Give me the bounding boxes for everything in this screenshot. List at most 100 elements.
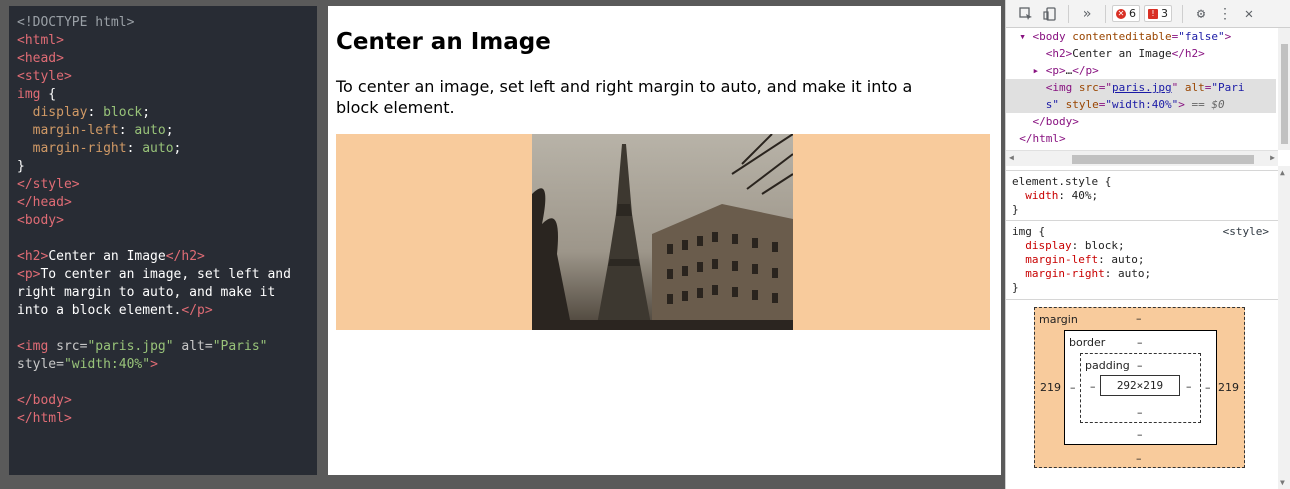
margin-bottom-value[interactable]: – <box>1136 452 1142 465</box>
issue-flag-icon: ! <box>1148 8 1158 19</box>
code-line[interactable]: <h2>Center an Image</h2> <box>17 248 317 266</box>
code-token: ; <box>142 105 151 120</box>
border-bottom-value[interactable]: – <box>1137 428 1143 441</box>
device-toolbar-icon[interactable] <box>1038 3 1062 25</box>
border-label: border <box>1069 336 1106 349</box>
dom-vertical-scrollbar[interactable] <box>1278 28 1290 150</box>
box-model-padding[interactable]: padding – – – – 292×219 <box>1080 353 1201 423</box>
code-line[interactable]: <!DOCTYPE html> <box>17 14 317 32</box>
border-left-value[interactable]: – <box>1070 381 1076 394</box>
style-property[interactable]: width: 40%; <box>1012 189 1285 203</box>
style-property[interactable]: margin-left: auto; <box>1012 253 1285 267</box>
code-line[interactable]: style="width:40%"> <box>17 356 317 374</box>
paris-image <box>532 134 793 330</box>
padding-bottom-value[interactable]: – <box>1137 406 1143 419</box>
code-line[interactable]: } <box>17 158 317 176</box>
code-line[interactable]: <html> <box>17 32 317 50</box>
margin-left-value[interactable]: 219 <box>1040 381 1061 394</box>
toolbar-divider <box>1068 4 1069 23</box>
code-token: src= <box>56 339 88 354</box>
code-line[interactable]: <style> <box>17 68 317 86</box>
box-model-border[interactable]: border – – – – padding – – – – 292×219 <box>1064 330 1217 445</box>
code-line[interactable]: <body> <box>17 212 317 230</box>
margin-right-value[interactable]: 219 <box>1218 381 1239 394</box>
box-model-margin[interactable]: margin – – 219 219 border – – – – paddin… <box>1034 307 1245 468</box>
more-options-icon[interactable]: ⋮ <box>1213 3 1237 25</box>
code-line[interactable]: right margin to auto, and make it <box>17 284 317 302</box>
margin-top-value[interactable]: – <box>1136 312 1142 325</box>
img-style-rule[interactable]: img { <style> display: block; margin-lef… <box>1006 220 1290 299</box>
code-line[interactable] <box>17 374 317 392</box>
code-line[interactable]: into a block element.</p> <box>17 302 317 320</box>
dom-indent[interactable] <box>1006 132 1019 145</box>
toolbar-divider <box>1182 4 1183 23</box>
dom-indent[interactable]: ▾ <box>1006 30 1033 43</box>
rule-source-link[interactable]: <style> <box>1223 225 1269 238</box>
dom-node-line[interactable]: ▸ <p>…</p> <box>1006 62 1276 79</box>
code-line[interactable]: <head> <box>17 50 317 68</box>
style-property[interactable]: display: block; <box>1012 239 1285 253</box>
code-line[interactable]: </html> <box>17 410 317 428</box>
box-model-content-size[interactable]: 292×219 <box>1100 375 1180 396</box>
styles-vertical-scrollbar[interactable]: ▲ ▼ <box>1278 166 1290 489</box>
code-token: </head> <box>17 195 72 210</box>
code-token: ; <box>165 123 174 138</box>
style-property[interactable]: margin-right: auto; <box>1012 267 1285 281</box>
errors-badge[interactable]: ✕ 6 <box>1112 5 1140 22</box>
page-paragraph: To center an image, set left and right m… <box>336 77 913 117</box>
scroll-left-icon[interactable]: ◀ <box>1009 153 1014 162</box>
dom-node-line[interactable]: </html> <box>1006 130 1276 147</box>
dom-indent[interactable] <box>1006 115 1033 128</box>
code-line[interactable]: </body> <box>17 392 317 410</box>
dom-node-line[interactable]: <h2>Center an Image</h2> <box>1006 45 1276 62</box>
dom-indent[interactable]: ▸ <box>1006 64 1046 77</box>
result-pane: Center an Image To center an image, set … <box>328 6 1001 475</box>
dom-node-markup: </html> <box>1019 132 1066 145</box>
code-editor[interactable]: <!DOCTYPE html> <html> <head> <style> img { … <box>9 6 317 475</box>
code-token: To center an image, set left and <box>40 267 291 282</box>
more-tabs-button[interactable]: » <box>1075 3 1099 25</box>
padding-left-value[interactable]: – <box>1090 380 1096 393</box>
code-token: into a block element. <box>17 303 182 318</box>
code-line[interactable]: margin-right: auto; <box>17 140 317 158</box>
border-right-value[interactable]: – <box>1205 381 1211 394</box>
dom-indent[interactable] <box>1006 98 1046 111</box>
dom-indent[interactable] <box>1006 81 1046 94</box>
issues-badge[interactable]: ! 3 <box>1144 5 1172 22</box>
dom-node-line[interactable]: s" style="width:40%"> == $0 <box>1006 96 1276 113</box>
code-line[interactable]: display: block; <box>17 104 317 122</box>
dom-horizontal-scrollbar[interactable]: ◀ ▶ <box>1006 150 1278 166</box>
border-top-value[interactable]: – <box>1137 336 1143 349</box>
code-line[interactable] <box>17 230 317 248</box>
code-line[interactable]: </head> <box>17 194 317 212</box>
padding-right-value[interactable]: – <box>1186 380 1192 393</box>
element-style-rule[interactable]: element.style { width: 40%; } <box>1006 170 1290 220</box>
toolbar-divider <box>1105 4 1106 23</box>
code-token: display <box>32 105 88 120</box>
code-token: "paris.jpg" <box>87 339 174 354</box>
code-line[interactable]: <p>To center an image, set left and <box>17 266 317 284</box>
code-line[interactable]: img { <box>17 86 317 104</box>
code-line[interactable] <box>17 320 317 338</box>
dom-node-line[interactable]: <img src="paris.jpg" alt="Pari <box>1006 79 1276 96</box>
dom-node-line[interactable]: ▾ <body contenteditable="false"> <box>1006 28 1276 45</box>
close-icon[interactable]: ✕ <box>1237 3 1261 25</box>
code-line[interactable]: </style> <box>17 176 317 194</box>
devtools-toolbar: » ✕ 6 ! 3 ⚙ ⋮ ✕ <box>1006 0 1290 28</box>
code-line[interactable]: margin-left: auto; <box>17 122 317 140</box>
elements-dom-tree[interactable]: ▾ <body contenteditable="false"> <h2>Cen… <box>1006 28 1276 150</box>
scroll-right-icon[interactable]: ▶ <box>1270 153 1275 162</box>
code-line[interactable]: <img src="paris.jpg" alt="Paris" <box>17 338 317 356</box>
inspect-element-icon[interactable] <box>1014 3 1038 25</box>
scroll-down-icon[interactable]: ▼ <box>1280 478 1285 487</box>
code-token: : <box>126 141 143 156</box>
code-token: } <box>17 159 25 174</box>
rule-selector: element.style { <box>1012 175 1112 188</box>
padding-top-value[interactable]: – <box>1137 359 1143 372</box>
scroll-up-icon[interactable]: ▲ <box>1280 168 1285 177</box>
issues-count: 3 <box>1161 7 1168 20</box>
settings-gear-icon[interactable]: ⚙ <box>1189 3 1213 25</box>
dom-indent[interactable] <box>1006 47 1046 60</box>
code-token: <p> <box>17 267 41 282</box>
dom-node-line[interactable]: </body> <box>1006 113 1276 130</box>
